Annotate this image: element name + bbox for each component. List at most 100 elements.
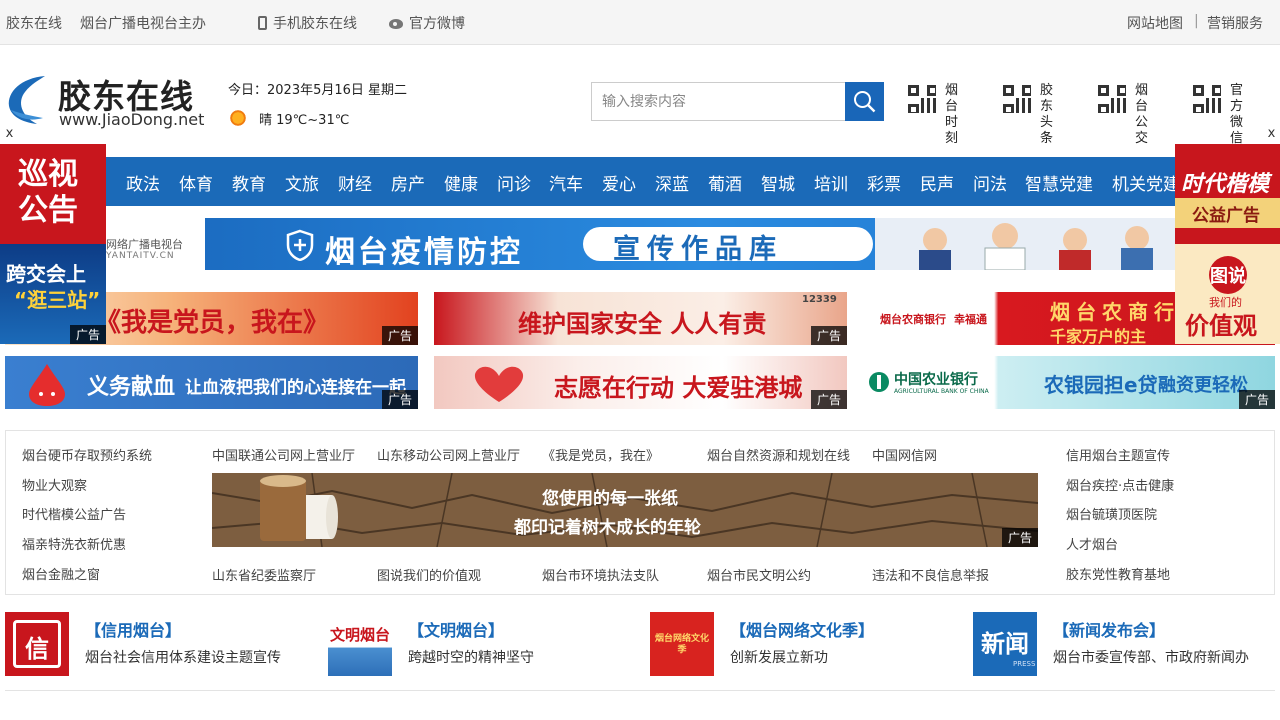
feature-title: 【文明烟台】 xyxy=(408,621,505,640)
link-unicom-hall[interactable]: 中国联通公司网上营业厅 xyxy=(212,445,355,464)
ad-bank-en: AGRICULTURAL BANK OF CHINA xyxy=(894,388,989,395)
nav-item-jiaoyu[interactable]: 教育 xyxy=(232,170,266,195)
section-divider xyxy=(5,690,1275,691)
ad-tag: 广告 xyxy=(1238,390,1275,409)
nav-item-zhengfa[interactable]: 政法 xyxy=(126,170,160,195)
logo-url: www.JiaoDong.net xyxy=(59,110,205,129)
link-core-values[interactable]: 图说我们的价值观 xyxy=(377,565,481,584)
nav-item-wenzhen[interactable]: 问诊 xyxy=(497,170,531,195)
nav-item-caijing[interactable]: 财经 xyxy=(338,170,372,195)
search-button[interactable] xyxy=(845,82,884,121)
search-input[interactable] xyxy=(591,82,846,121)
link-talent-yantai[interactable]: 人才烟台 xyxy=(1066,534,1118,553)
link-discipline-commission[interactable]: 山东省纪委监察厅 xyxy=(212,565,316,584)
nav-item-jiguan-dangjian[interactable]: 机关党建 xyxy=(1112,170,1180,195)
ad-text: 农银园担e贷 xyxy=(1044,373,1158,397)
ad-tag: 广告 xyxy=(810,390,847,409)
nav-item-jiankang[interactable]: 健康 xyxy=(444,170,478,195)
side-ad-line: 跨交会上 xyxy=(6,262,86,286)
side-ad-line: 巡视 xyxy=(18,157,78,192)
qr-label: 官方微信 xyxy=(1230,83,1253,146)
nav-item-wenlv[interactable]: 文旅 xyxy=(285,170,319,195)
link-cac[interactable]: 中国网信网 xyxy=(872,445,937,464)
ad-text: 志愿在行动 大爱驻港城 xyxy=(554,374,803,402)
sitemap-link[interactable]: 网站地图 xyxy=(1127,13,1183,33)
weibo-link[interactable]: 官方微博 xyxy=(389,13,465,33)
nav-item-peixun[interactable]: 培训 xyxy=(814,170,848,195)
right-ad-close-button[interactable]: x xyxy=(1262,125,1280,143)
link-laundry-offer[interactable]: 福亲特洗衣新优惠 xyxy=(22,534,126,553)
feature-thumb-text: 信 xyxy=(25,635,49,663)
heart-hands-icon xyxy=(474,366,524,402)
feature-network-culture-season[interactable]: 烟台网络文化季 【烟台网络文化季】 创新发展立新功 xyxy=(650,612,950,676)
feature-thumb: 信 xyxy=(5,612,69,676)
nav-item-tiyu[interactable]: 体育 xyxy=(179,170,213,195)
link-party-education[interactable]: 胶东党性教育基地 xyxy=(1066,564,1170,583)
feature-title: 【信用烟台】 xyxy=(85,621,182,640)
ad-blood-donation[interactable]: 义务献血 让血液把我们的心连接在一起 广告 xyxy=(5,356,418,409)
qr-code-icon xyxy=(1097,84,1127,114)
nav-item-caipiao[interactable]: 彩票 xyxy=(867,170,901,195)
feature-thumb-sub: PRESS xyxy=(1013,660,1036,668)
link-report-illegal[interactable]: 违法和不良信息举报 xyxy=(872,565,989,584)
link-finance-window[interactable]: 烟台金融之窗 xyxy=(22,564,100,583)
nav-item-qiche[interactable]: 汽车 xyxy=(549,170,583,195)
link-civility-convention[interactable]: 烟台市民文明公约 xyxy=(707,565,811,584)
link-party-member[interactable]: 《我是党员，我在》 xyxy=(542,445,659,464)
ad-national-security[interactable]: 维护国家安全 人人有责 12339 广告 xyxy=(434,292,847,345)
right-ad-era-model[interactable]: 时代楷模 公益广告 xyxy=(1175,144,1280,244)
site-name-link[interactable]: 胶东在线 xyxy=(6,13,62,33)
ad-tag: 广告 xyxy=(381,326,418,345)
ad-tag: 广告 xyxy=(1001,528,1038,547)
left-ad-inspection-notice[interactable]: 巡视 公告 xyxy=(0,144,106,244)
ad-text: 《我是党员，我在》 xyxy=(95,308,330,338)
mobile-link[interactable]: 手机胶东在线 xyxy=(258,13,357,33)
link-era-model-ad[interactable]: 时代楷模公益广告 xyxy=(22,504,126,523)
ad-tag: 广告 xyxy=(381,390,418,409)
link-yuhuangding-hospital[interactable]: 烟台毓璜顶医院 xyxy=(1066,504,1157,523)
left-ad-close-button[interactable]: x xyxy=(0,125,19,143)
nav-item-shenlan[interactable]: 深蓝 xyxy=(655,170,689,195)
nav-item-fangchan[interactable]: 房产 xyxy=(391,170,425,195)
nav-item-zhihui-dangjian[interactable]: 智慧党建 xyxy=(1025,170,1093,195)
paper-saving-ad[interactable]: 您使用的每一张纸 都印记着树木成长的年轮 广告 xyxy=(212,473,1038,547)
ad-bank-name: 烟台农商银行 xyxy=(880,313,946,326)
center-ad-line1: 您使用的每一张纸 xyxy=(542,489,678,509)
link-environment-enforcement[interactable]: 烟台市环境执法支队 xyxy=(542,565,659,584)
left-ad-cross-border-expo[interactable]: 跨交会上 “逛三站” 广告 xyxy=(0,244,106,344)
nav-item-wenfa[interactable]: 问法 xyxy=(973,170,1007,195)
link-coin-reservation[interactable]: 烟台硬币存取预约系统 xyxy=(22,445,152,464)
link-credit-yantai[interactable]: 信用烟台主题宣传 xyxy=(1066,445,1170,464)
ad-bank-brand: 幸福通 xyxy=(954,313,987,326)
marketing-link[interactable]: 营销服务 xyxy=(1207,13,1263,33)
feature-civilized-yantai[interactable]: 文明烟台 【文明烟台】 跨越时空的精神坚守 xyxy=(328,612,628,676)
nav-item-minsheng[interactable]: 民声 xyxy=(920,170,954,195)
logo-icon[interactable] xyxy=(7,72,47,126)
feature-press-conference[interactable]: 新闻 PRESS 【新闻发布会】 烟台市委宣传部、市政府新闻办 xyxy=(973,612,1273,676)
ad-volunteer[interactable]: 志愿在行动 大爱驻港城 广告 xyxy=(434,356,847,409)
feature-thumb: 烟台网络文化季 xyxy=(650,612,714,676)
qr-label: 烟台公交 xyxy=(1135,83,1158,146)
sponsor-text: 烟台广播电视台主办 xyxy=(80,16,206,32)
shield-icon xyxy=(286,229,314,261)
nav-item-zhicheng[interactable]: 智城 xyxy=(761,170,795,195)
link-natural-resources[interactable]: 烟台自然资源和规划在线 xyxy=(707,445,850,464)
qr-code-icon xyxy=(1002,84,1032,114)
banner-logo-text: 网络广播电视台 xyxy=(106,238,183,251)
feature-title: 【烟台网络文化季】 xyxy=(730,621,875,640)
ad-bank-name: 中国农业银行 xyxy=(894,372,978,388)
ad-subtext: 融资更轻松 xyxy=(1158,375,1248,396)
nav-item-aixin[interactable]: 爱心 xyxy=(602,170,636,195)
ad-text: 义务献血 xyxy=(87,375,176,400)
epidemic-banner-ad[interactable]: 网络广播电视台 YANTAITV.CN 烟台疫情防控 宣传作品库 xyxy=(5,218,1275,270)
feature-credit-yantai[interactable]: 信 【信用烟台】 烟台社会信用体系建设主题宣传 xyxy=(5,612,305,676)
nav-item-putaojiu[interactable]: 葡酒 xyxy=(708,170,742,195)
link-cdc-health[interactable]: 烟台疾控·点击健康 xyxy=(1066,475,1174,494)
ad-text: 维护国家安全 人人有责 xyxy=(518,310,767,338)
ad-agricultural-bank[interactable]: 中国农业银行 AGRICULTURAL BANK OF CHINA 农银园担e贷… xyxy=(862,356,1275,409)
link-mobile-hall[interactable]: 山东移动公司网上营业厅 xyxy=(377,445,520,464)
right-ad-core-values[interactable]: 图说 我们的 价值观 xyxy=(1175,244,1280,344)
link-property-watch[interactable]: 物业大观察 xyxy=(22,475,87,494)
ad-subtext: 千家万户的主 xyxy=(1050,327,1147,345)
phone-icon xyxy=(258,16,267,30)
